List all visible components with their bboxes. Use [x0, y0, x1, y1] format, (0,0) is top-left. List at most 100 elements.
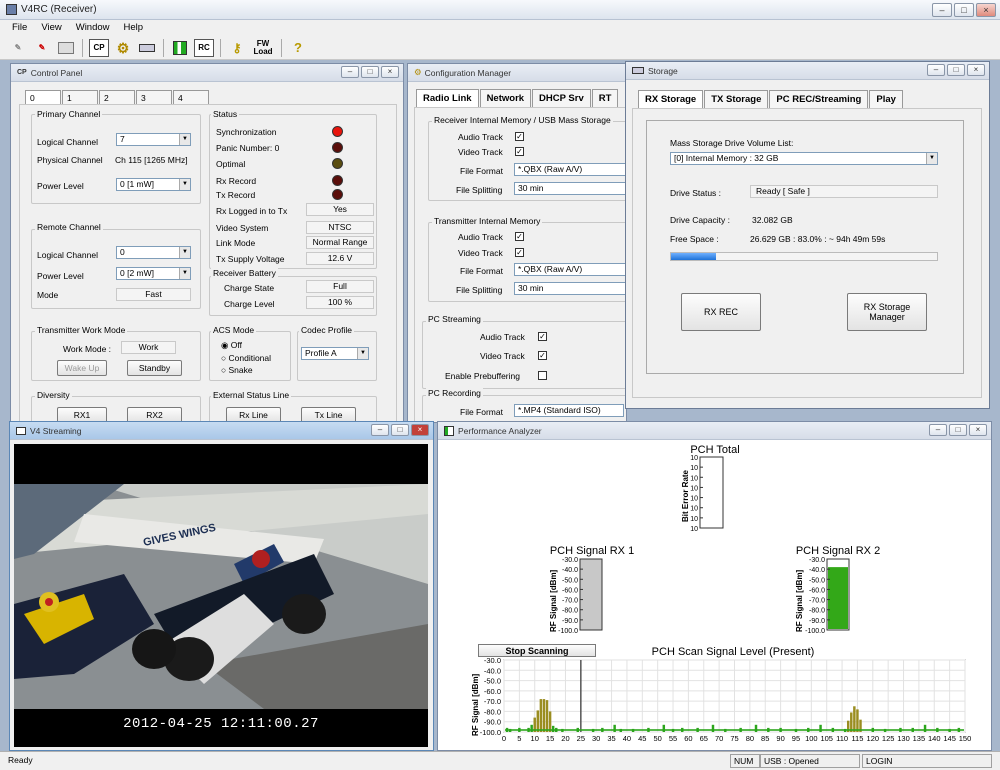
volume-select[interactable]: [0] Internal Memory : 32 GB ▼ — [670, 152, 938, 165]
remote-power-select[interactable]: 0 [2 mW] ▼ — [116, 267, 191, 280]
rx-rec-button[interactable]: RX REC — [681, 293, 761, 331]
stream-minimize-button[interactable]: – — [371, 424, 389, 436]
firmware-load-button[interactable]: FW Load — [251, 39, 275, 57]
tab-dhcp[interactable]: DHCP Srv — [532, 89, 591, 107]
volume-value: [0] Internal Memory : 32 GB — [674, 153, 779, 163]
acs-conditional-label: Conditional — [228, 353, 272, 363]
recv-audio-checkbox[interactable]: ✓ — [515, 132, 524, 141]
preview-icon[interactable] — [56, 39, 76, 57]
connect-icon[interactable]: ✎ — [8, 39, 28, 57]
stream-restore-button[interactable]: □ — [391, 424, 409, 436]
perf-close-button[interactable]: × — [969, 424, 987, 436]
rx-storage-manager-button[interactable]: RX Storage Manager — [847, 293, 927, 331]
key-icon[interactable]: ⚷ — [227, 39, 247, 57]
recv-video-checkbox[interactable]: ✓ — [515, 147, 524, 156]
control-panel-button[interactable]: CP — [89, 38, 109, 57]
tab-play[interactable]: Play — [869, 90, 903, 108]
tx-format-select[interactable]: *.QBX (Raw A/V) — [514, 263, 626, 276]
cp-restore-button[interactable]: □ — [361, 66, 379, 78]
tab-network[interactable]: Network — [479, 89, 532, 107]
tx-audio-checkbox[interactable]: ✓ — [515, 232, 524, 241]
cp-close-button[interactable]: × — [381, 66, 399, 78]
rf-tick-label: -40.0 — [562, 567, 578, 574]
recv-format-select[interactable]: *.QBX (Raw A/V) — [514, 163, 626, 176]
acs-radio-off[interactable]: ◉ Off — [221, 340, 242, 351]
panic-led — [332, 142, 343, 153]
tab-rt[interactable]: RT — [591, 89, 619, 107]
acs-radio-conditional[interactable]: ○ Conditional — [221, 353, 271, 363]
storage-icon[interactable] — [137, 39, 157, 57]
scan-x-tick-label: 45 — [638, 734, 646, 743]
help-icon[interactable]: ? — [288, 39, 308, 57]
scan-x-tick-label: 80 — [746, 734, 754, 743]
stream-close-button[interactable]: × — [411, 424, 429, 436]
codec-profile-select[interactable]: Profile A ▼ — [301, 347, 369, 360]
tab-pc-rec[interactable]: PC REC/Streaming — [769, 90, 869, 108]
wake-up-button[interactable]: Wake Up — [57, 360, 107, 376]
rf-tick-label: -30.0 — [809, 557, 825, 564]
primary-logical-label: Logical Channel — [37, 137, 98, 147]
acs-radio-snake[interactable]: ○ Snake — [221, 365, 253, 375]
tab-rx-storage[interactable]: RX Storage — [638, 90, 704, 108]
standby-button[interactable]: Standby — [127, 360, 182, 376]
app-title-bar: V4RC (Receiver) – □ × — [0, 0, 1000, 20]
configuration-icon[interactable]: ⚙ — [113, 39, 133, 57]
menu-window[interactable]: Window — [76, 20, 110, 36]
acs-snake-label: Snake — [228, 365, 253, 375]
scan-bar — [856, 709, 859, 732]
pcs-prebuf-checkbox[interactable] — [538, 371, 547, 380]
pcr-format-select[interactable]: *.MP4 (Standard ISO) — [514, 404, 624, 417]
disconnect-icon[interactable]: ✎ — [32, 39, 52, 57]
tx-supply-label: Tx Supply Voltage — [216, 254, 285, 264]
tab-2[interactable]: 2 — [99, 90, 135, 104]
chevron-down-icon: ▼ — [179, 247, 190, 258]
scan-x-tick-label: 85 — [761, 734, 769, 743]
load-label: Load — [253, 46, 273, 56]
menu-view[interactable]: View — [41, 20, 61, 36]
perf-minimize-button[interactable]: – — [929, 424, 947, 436]
recv-format-label: File Format — [460, 166, 503, 176]
ber-tick-label: 10 — [690, 506, 698, 513]
maximize-button[interactable]: □ — [954, 3, 974, 17]
pcr-format-label: File Format — [460, 407, 503, 417]
menu-help[interactable]: Help — [124, 20, 144, 36]
tab-3[interactable]: 3 — [136, 90, 172, 104]
recv-audio-label: Audio Track — [458, 132, 503, 142]
recv-split-select[interactable]: 30 min — [514, 182, 626, 195]
menu-file[interactable]: File — [12, 20, 27, 36]
minimize-button[interactable]: – — [932, 3, 952, 17]
tab-4[interactable]: 4 — [173, 90, 209, 104]
scan-bar — [548, 711, 552, 732]
tx-video-label: Video Track — [458, 248, 503, 258]
charge-level-value: 100 % — [306, 296, 374, 309]
codec-title: Codec Profile — [299, 325, 355, 335]
ber-gauge — [699, 456, 724, 529]
tx-split-select[interactable]: 30 min — [514, 282, 626, 295]
tab-tx-storage[interactable]: TX Storage — [704, 90, 769, 108]
perf-restore-button[interactable]: □ — [949, 424, 967, 436]
remote-logical-select[interactable]: 0 ▼ — [116, 246, 191, 259]
storage-minimize-button[interactable]: – — [927, 64, 945, 76]
primary-logical-select[interactable]: 7 ▼ — [116, 133, 191, 146]
performance-icon[interactable] — [170, 39, 190, 57]
pcs-video-checkbox[interactable]: ✓ — [538, 351, 547, 360]
scan-x-tick-label: 10 — [531, 734, 539, 743]
stop-scanning-button[interactable]: Stop Scanning — [478, 644, 596, 657]
close-button[interactable]: × — [976, 3, 996, 17]
status-num: NUM — [730, 754, 760, 768]
rf-tick-label: -90.0 — [562, 618, 578, 625]
tx-video-checkbox[interactable]: ✓ — [515, 248, 524, 257]
scan-x-tick-label: 105 — [820, 734, 833, 743]
cp-minimize-button[interactable]: – — [341, 66, 359, 78]
remote-control-button[interactable]: RC — [194, 38, 214, 57]
pcs-audio-checkbox[interactable]: ✓ — [538, 332, 547, 341]
scan-y-tick-label: -50.0 — [484, 677, 501, 686]
storage-restore-button[interactable]: □ — [947, 64, 965, 76]
primary-power-select[interactable]: 0 [1 mW] ▼ — [116, 178, 191, 191]
tab-radio-link[interactable]: Radio Link — [416, 89, 479, 107]
storage-close-button[interactable]: × — [967, 64, 985, 76]
tab-1[interactable]: 1 — [62, 90, 98, 104]
config-title: Configuration Manager — [424, 67, 512, 78]
manager-label-2: Manager — [869, 312, 905, 322]
tab-0[interactable]: 0 — [25, 90, 61, 104]
